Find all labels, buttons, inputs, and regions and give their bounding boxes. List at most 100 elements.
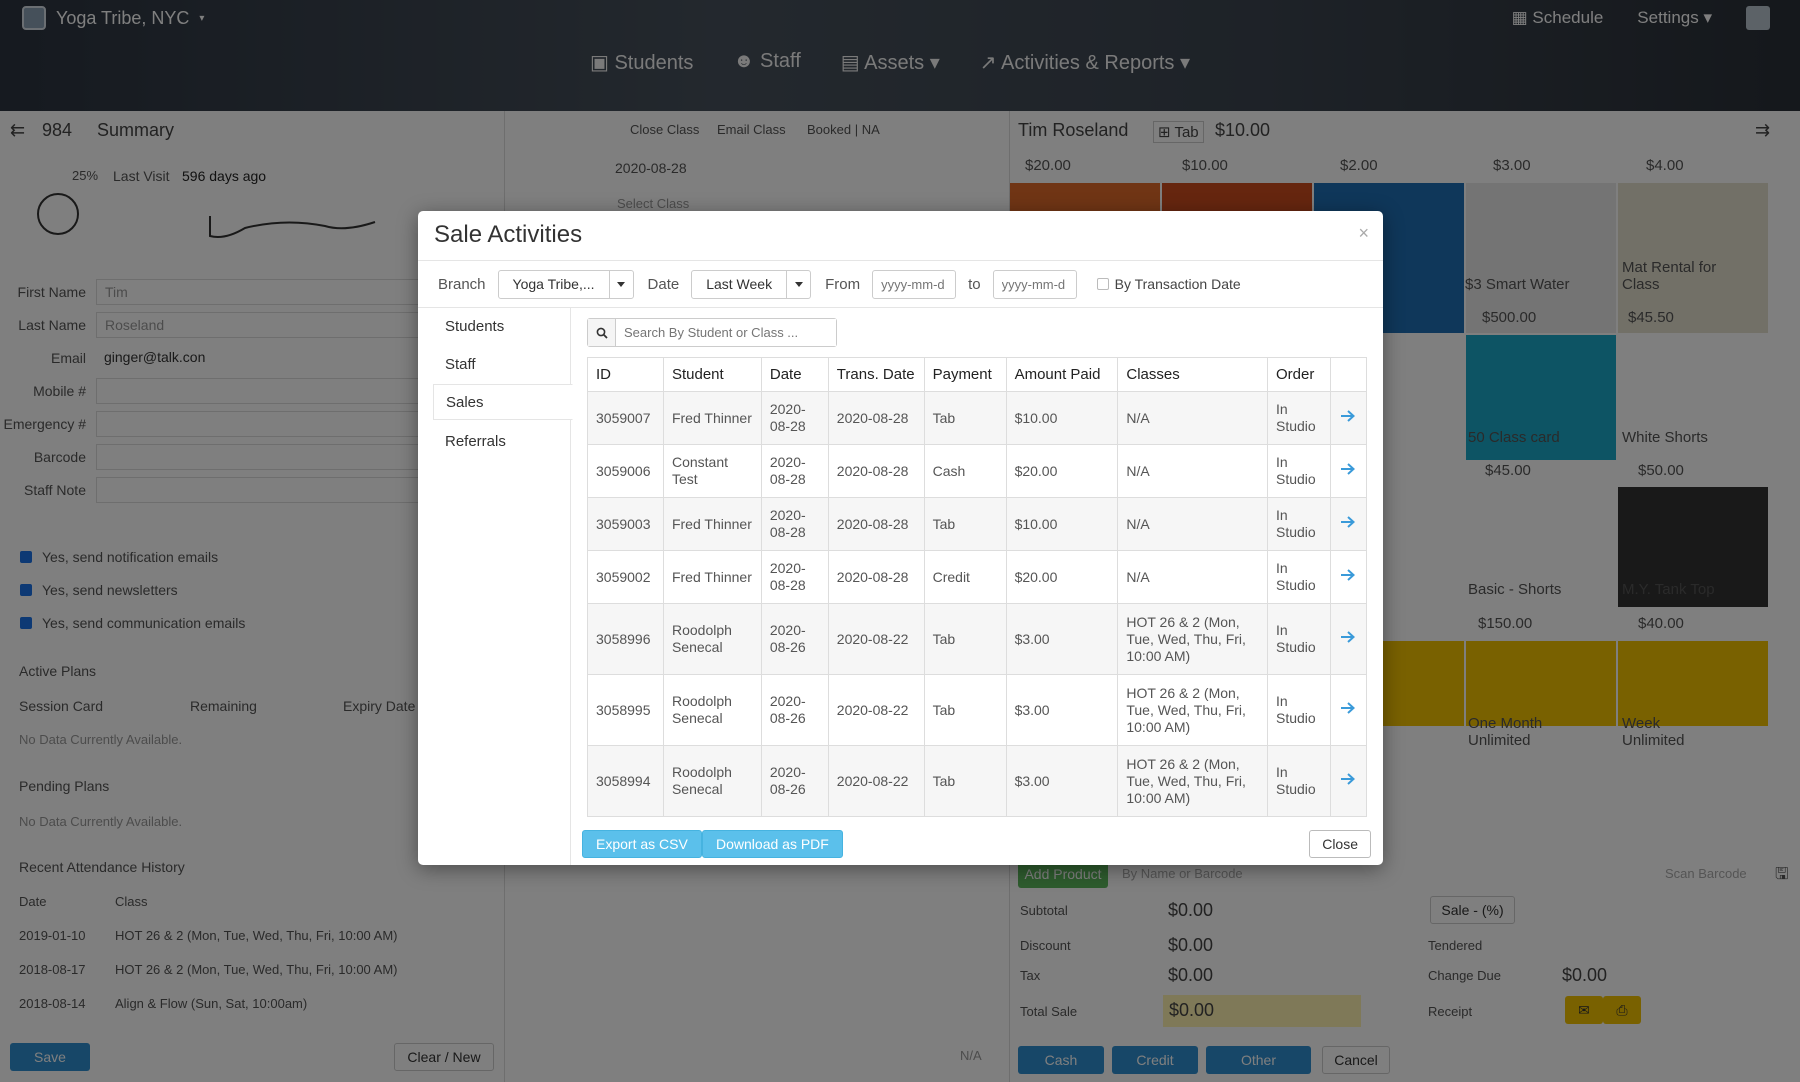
search-input[interactable] [616, 319, 836, 346]
row-payment: Tab [923, 391, 1007, 445]
row-amount: $20.00 [1005, 550, 1119, 604]
row-date: 2020-08-28 [760, 391, 829, 445]
row-action [1329, 497, 1367, 551]
row-trans-date: 2020-08-28 [827, 391, 925, 445]
chevron-down-icon[interactable] [608, 270, 633, 298]
from-label: From [825, 275, 861, 293]
row-classes: N/A [1117, 497, 1268, 551]
by-transaction-date-label: By Transaction Date [1114, 276, 1241, 292]
filter-bar: Branch Yoga Tribe,... Date Last Week Fro… [418, 261, 1383, 308]
row-date: 2020-08-28 [760, 550, 829, 604]
col-payment[interactable]: Payment [923, 357, 1007, 392]
col-classes[interactable]: Classes [1117, 357, 1268, 392]
table-row[interactable]: 3058994 Roodolph Senecal 2020-08-26 2020-08… [587, 745, 1367, 817]
table-header-row: ID Student Date Trans. Date Payment Amou… [587, 357, 1367, 392]
row-student: Constant Test [662, 444, 762, 498]
row-date: 2020-08-26 [760, 674, 829, 746]
row-amount: $3.00 [1005, 603, 1119, 675]
row-order: In Studio [1266, 497, 1331, 551]
arrow-right-icon[interactable] [1340, 463, 1356, 479]
row-student: Roodolph Senecal [662, 674, 762, 746]
row-classes: HOT 26 & 2 (Mon, Tue, Wed, Thu, Fri, 10:… [1117, 674, 1268, 746]
row-order: In Studio [1266, 603, 1331, 675]
arrow-right-icon[interactable] [1340, 516, 1356, 532]
row-action [1329, 745, 1367, 817]
row-amount: $20.00 [1005, 444, 1119, 498]
tab-referrals[interactable]: Referrals [433, 423, 571, 459]
download-pdf-button[interactable]: Download as PDF [702, 830, 843, 858]
col-trans-date[interactable]: Trans. Date [827, 357, 925, 392]
row-action [1329, 603, 1367, 675]
date-range-value: Last Week [706, 276, 773, 292]
arrow-right-icon[interactable] [1340, 631, 1356, 647]
branch-label: Branch [438, 275, 486, 293]
table-row[interactable]: 3059006 Constant Test 2020-08-28 2020-08-28… [587, 444, 1367, 498]
search-box [587, 318, 837, 347]
row-classes: N/A [1117, 550, 1268, 604]
row-classes: HOT 26 & 2 (Mon, Tue, Wed, Thu, Fri, 10:… [1117, 745, 1268, 817]
row-id: 3058995 [587, 674, 664, 746]
chevron-down-icon[interactable] [786, 270, 810, 298]
row-trans-date: 2020-08-22 [827, 674, 925, 746]
row-student: Fred Thinner [662, 550, 762, 604]
tab-students[interactable]: Students [433, 308, 571, 344]
row-payment: Tab [923, 674, 1007, 746]
tab-sales[interactable]: Sales [433, 384, 573, 420]
row-student: Fred Thinner [662, 391, 762, 445]
to-date-input[interactable] [992, 269, 1077, 299]
close-button[interactable]: Close [1309, 830, 1371, 858]
row-action [1329, 550, 1367, 604]
arrow-right-icon[interactable] [1340, 773, 1356, 789]
branch-value: Yoga Tribe,... [512, 276, 595, 292]
col-id[interactable]: ID [587, 357, 664, 392]
modal-title: Sale Activities [434, 221, 583, 248]
row-date: 2020-08-28 [760, 497, 829, 551]
row-date: 2020-08-26 [760, 603, 829, 675]
modal-footer: Export as CSV Download as PDF Close [418, 817, 1383, 865]
sales-table-container[interactable]: ID Student Date Trans. Date Payment Amou… [587, 357, 1367, 817]
row-action [1329, 444, 1367, 498]
by-transaction-date-checkbox[interactable] [1096, 278, 1109, 290]
col-amount-paid[interactable]: Amount Paid [1005, 357, 1119, 392]
row-id: 3059006 [587, 444, 664, 498]
date-range-select[interactable]: Last Week [691, 269, 812, 299]
arrow-right-icon[interactable] [1340, 569, 1356, 585]
row-id: 3059002 [587, 550, 664, 604]
row-order: In Studio [1266, 444, 1331, 498]
tab-staff[interactable]: Staff [433, 346, 571, 382]
side-tabs: Students Staff Sales Referrals [418, 308, 573, 865]
row-id: 3059003 [587, 497, 664, 551]
row-id: 3058994 [587, 745, 664, 817]
col-order[interactable]: Order [1266, 357, 1331, 392]
modal-header: Sale Activities × [418, 211, 1383, 261]
row-classes: HOT 26 & 2 (Mon, Tue, Wed, Thu, Fri, 10:… [1117, 603, 1268, 675]
table-row[interactable]: 3058995 Roodolph Senecal 2020-08-26 2020-08… [587, 674, 1367, 746]
row-student: Fred Thinner [662, 497, 762, 551]
table-row[interactable]: 3059007 Fred Thinner 2020-08-28 2020-08-28 T… [587, 391, 1367, 445]
table-row[interactable]: 3059002 Fred Thinner 2020-08-28 2020-08-28 C… [587, 550, 1367, 604]
search-icon [588, 319, 616, 346]
export-csv-button[interactable]: Export as CSV [582, 830, 702, 858]
from-date-input[interactable] [872, 269, 957, 299]
row-date: 2020-08-28 [760, 444, 829, 498]
row-payment: Tab [923, 603, 1007, 675]
col-action [1329, 357, 1367, 392]
row-trans-date: 2020-08-28 [827, 497, 925, 551]
sale-activities-modal: Sale Activities × Branch Yoga Tribe,... … [418, 211, 1383, 865]
table-row[interactable]: 3059003 Fred Thinner 2020-08-28 2020-08-28 T… [587, 497, 1367, 551]
row-amount: $3.00 [1005, 674, 1119, 746]
row-trans-date: 2020-08-22 [827, 745, 925, 817]
sales-table: ID Student Date Trans. Date Payment Amou… [587, 357, 1367, 817]
branch-select[interactable]: Yoga Tribe,... [497, 269, 634, 299]
close-icon[interactable]: × [1358, 223, 1369, 244]
row-id: 3059007 [587, 391, 664, 445]
arrow-right-icon[interactable] [1340, 410, 1356, 426]
arrow-right-icon[interactable] [1340, 702, 1356, 718]
col-date[interactable]: Date [760, 357, 829, 392]
row-order: In Studio [1266, 391, 1331, 445]
row-id: 3058996 [587, 603, 664, 675]
row-payment: Tab [923, 745, 1007, 817]
table-row[interactable]: 3058996 Roodolph Senecal 2020-08-26 2020-08… [587, 603, 1367, 675]
to-label: to [968, 275, 981, 293]
col-student[interactable]: Student [662, 357, 762, 392]
